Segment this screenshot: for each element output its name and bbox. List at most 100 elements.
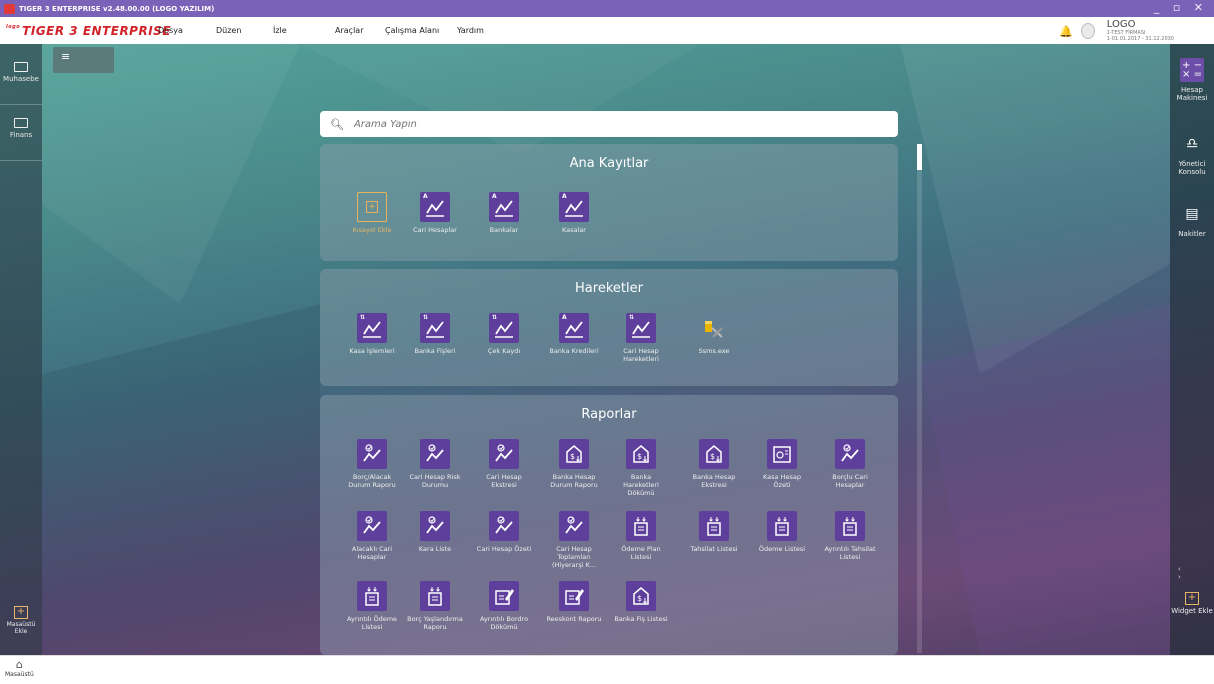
menu-duzen[interactable]: Düzen bbox=[216, 26, 241, 35]
doc-icon bbox=[420, 581, 450, 611]
menu-araclar[interactable]: Araçlar bbox=[335, 26, 363, 35]
doc-icon bbox=[767, 511, 797, 541]
divider bbox=[0, 104, 42, 105]
add-desktop-button[interactable]: + Masaüstü Ekle bbox=[0, 606, 42, 635]
shortcut-tile[interactable]: Borçlu Cari Hesaplar bbox=[822, 439, 878, 489]
shortcut-tile[interactable]: Cari Hesap Ekstresi bbox=[476, 439, 532, 489]
tile-label: Cari Hesaplar bbox=[413, 226, 457, 234]
tile-label: Ayrıntılı Tahsilat Listesi bbox=[824, 545, 876, 561]
shortcut-tile[interactable]: $ Banka Hareketleri Dökümü bbox=[613, 439, 669, 497]
tile-label: Cari Hesap Özeti bbox=[476, 545, 532, 553]
shortcut-tile[interactable]: Ayrıntılı Ödeme Listesi bbox=[344, 581, 400, 631]
right-sidebar: + − × = Hesap Makinesi ♎ Yönetici Konsolu… bbox=[1170, 44, 1214, 655]
shortcut-tile[interactable]: $ Banka Fiş Listesi bbox=[613, 581, 669, 623]
doc-icon bbox=[835, 511, 865, 541]
shortcut-tile[interactable]: ⇅ Banka Fişleri bbox=[407, 313, 463, 355]
section-title: Raporlar bbox=[581, 407, 637, 422]
tile-label: Reeskont Raporu bbox=[546, 615, 602, 623]
widget-cash[interactable]: ▤ Nakitler bbox=[1170, 202, 1214, 238]
tile-label: Borç/Alacak Durum Raporu bbox=[348, 473, 396, 489]
home-button[interactable]: ⌂ Masaüstü bbox=[5, 659, 34, 679]
chart-icon: ⇅ bbox=[357, 313, 387, 343]
widget-admin-console[interactable]: ♎ Yönetici Konsolu bbox=[1170, 132, 1214, 176]
widget-scroll-arrows[interactable]: ‹ › bbox=[1178, 565, 1214, 581]
shortcut-tile[interactable]: Kara Liste bbox=[407, 511, 463, 553]
section-panel: Ana Kayıtlar + Kısayol Ekle A Cari Hesaplar A… bbox=[320, 144, 898, 261]
shortcut-tile[interactable]: ⇅ Çek Kaydı bbox=[476, 313, 532, 355]
shortcut-tile[interactable]: Alacaklı Cari Hesaplar bbox=[344, 511, 400, 561]
monitor-icon bbox=[14, 118, 28, 128]
add-shortcut-tile[interactable]: + Kısayol Ekle bbox=[344, 192, 400, 234]
sidebar-item-muhasebe[interactable]: Muhasebe bbox=[0, 62, 42, 83]
menu-dosya[interactable]: Dosya bbox=[158, 26, 183, 35]
report-chart-icon bbox=[357, 511, 387, 541]
report-chart-icon bbox=[835, 439, 865, 469]
chart-icon: A bbox=[420, 192, 450, 222]
tile-label: Banka Hesap Ekstresi bbox=[692, 473, 736, 489]
tile-label: Çek Kaydı bbox=[487, 347, 521, 355]
shortcut-tile[interactable]: Tahsilat Listesi bbox=[686, 511, 742, 553]
add-widget-button[interactable]: + Widget Ekle bbox=[1170, 592, 1214, 615]
avatar[interactable] bbox=[1080, 23, 1095, 39]
company-info[interactable]: LOGO 1-TEST FİRMASI 1-01.01.2017 - 31.12… bbox=[1107, 20, 1174, 43]
tile-label: Ayrıntılı Bordro Dökümü bbox=[479, 615, 529, 631]
shortcut-tile[interactable]: Ssms.exe bbox=[686, 313, 742, 355]
report-chart-icon bbox=[559, 511, 589, 541]
search-input[interactable] bbox=[353, 118, 874, 130]
shortcut-tile[interactable]: A Kasalar bbox=[546, 192, 602, 234]
shortcut-tile[interactable]: Borç/Alacak Durum Raporu bbox=[344, 439, 400, 489]
shortcut-tile[interactable]: A Cari Hesaplar bbox=[407, 192, 463, 234]
tile-label: Tahsilat Listesi bbox=[690, 545, 738, 553]
monitor-icon bbox=[14, 62, 28, 72]
menu-calisma-alani[interactable]: Çalışma Alanı bbox=[385, 26, 439, 35]
divider bbox=[0, 160, 42, 161]
taskbar: ⌂ Masaüstü bbox=[0, 655, 1214, 684]
tile-label: Cari Hesap Toplamları (Hiyerarşi K... bbox=[551, 545, 597, 569]
tile-label: Borç Yaşlandırma Raporu bbox=[407, 615, 463, 631]
tile-label: Banka Hareketleri Dökümü bbox=[623, 473, 659, 497]
shortcut-tile[interactable]: ⇅ Cari Hesap Hareketleri bbox=[613, 313, 669, 363]
shortcut-tile[interactable]: Ayrıntılı Tahsilat Listesi bbox=[822, 511, 878, 561]
scrollbar-track[interactable] bbox=[917, 144, 922, 653]
shortcut-tile[interactable]: A Banka Kredileri bbox=[546, 313, 602, 355]
admin-console-icon: ♎ bbox=[1185, 136, 1199, 152]
hamburger-menu-button[interactable]: ≡ bbox=[53, 47, 114, 73]
tile-label: Kasalar bbox=[562, 226, 586, 234]
section-title: Hareketler bbox=[575, 281, 643, 296]
shortcut-tile[interactable]: Ödeme Listesi bbox=[754, 511, 810, 553]
shortcut-tile[interactable]: Reeskont Raporu bbox=[546, 581, 602, 623]
report-chart-icon bbox=[489, 511, 519, 541]
section-panel: Raporlar Borç/Alacak Durum Raporu Cari Hes… bbox=[320, 395, 898, 655]
sidebar-item-finans[interactable]: Finans bbox=[0, 118, 42, 139]
tile-label: Kasa Hesap Özeti bbox=[763, 473, 801, 489]
menu-icon: ≡ bbox=[61, 50, 71, 63]
shortcut-tile[interactable]: Cari Hesap Toplamları (Hiyerarşi K... bbox=[546, 511, 602, 569]
widget-calculator[interactable]: + − × = Hesap Makinesi bbox=[1170, 58, 1214, 102]
executable-icon bbox=[699, 313, 729, 343]
shortcut-tile[interactable]: A Bankalar bbox=[476, 192, 532, 234]
shortcut-tile[interactable]: Cari Hesap Özeti bbox=[476, 511, 532, 553]
svg-text:$: $ bbox=[570, 452, 575, 461]
window-controls[interactable]: _ ▫ ✕ bbox=[1154, 1, 1208, 14]
app-logo: logo TIGER 3 ENTERPRISE bbox=[6, 23, 172, 38]
shortcut-tile[interactable]: $ Banka Hesap Ekstresi bbox=[686, 439, 742, 489]
bell-icon[interactable]: 🔔 bbox=[1059, 25, 1073, 38]
report-chart-icon bbox=[357, 439, 387, 469]
svg-text:$: $ bbox=[637, 452, 642, 461]
shortcut-tile[interactable]: Kasa Hesap Özeti bbox=[754, 439, 810, 489]
shortcut-tile[interactable]: $ Banka Hesap Durum Raporu bbox=[546, 439, 602, 489]
top-right-area: 🔔 LOGO 1-TEST FİRMASI 1-01.01.2017 - 31.… bbox=[1059, 19, 1174, 43]
menu-yardim[interactable]: Yardım bbox=[457, 26, 484, 35]
bank-icon: $ bbox=[626, 439, 656, 469]
shortcut-tile[interactable]: Cari Hesap Risk Durumu bbox=[407, 439, 463, 489]
shortcut-tile[interactable]: Borç Yaşlandırma Raporu bbox=[407, 581, 463, 631]
scrollbar-thumb[interactable] bbox=[917, 144, 922, 170]
tile-label: Ödeme Listesi bbox=[758, 545, 806, 553]
shortcut-tile[interactable]: Ayrıntılı Bordro Dökümü bbox=[476, 581, 532, 631]
search-bar[interactable]: 🔍︎ bbox=[320, 111, 898, 137]
shortcut-tile[interactable]: Ödeme Plan Listesi bbox=[613, 511, 669, 561]
shortcut-tile[interactable]: ⇅ Kasa İşlemleri bbox=[344, 313, 400, 355]
menu-izle[interactable]: İzle bbox=[273, 26, 287, 35]
svg-text:$: $ bbox=[710, 452, 715, 461]
tile-label: Kısayol Ekle bbox=[352, 226, 392, 234]
